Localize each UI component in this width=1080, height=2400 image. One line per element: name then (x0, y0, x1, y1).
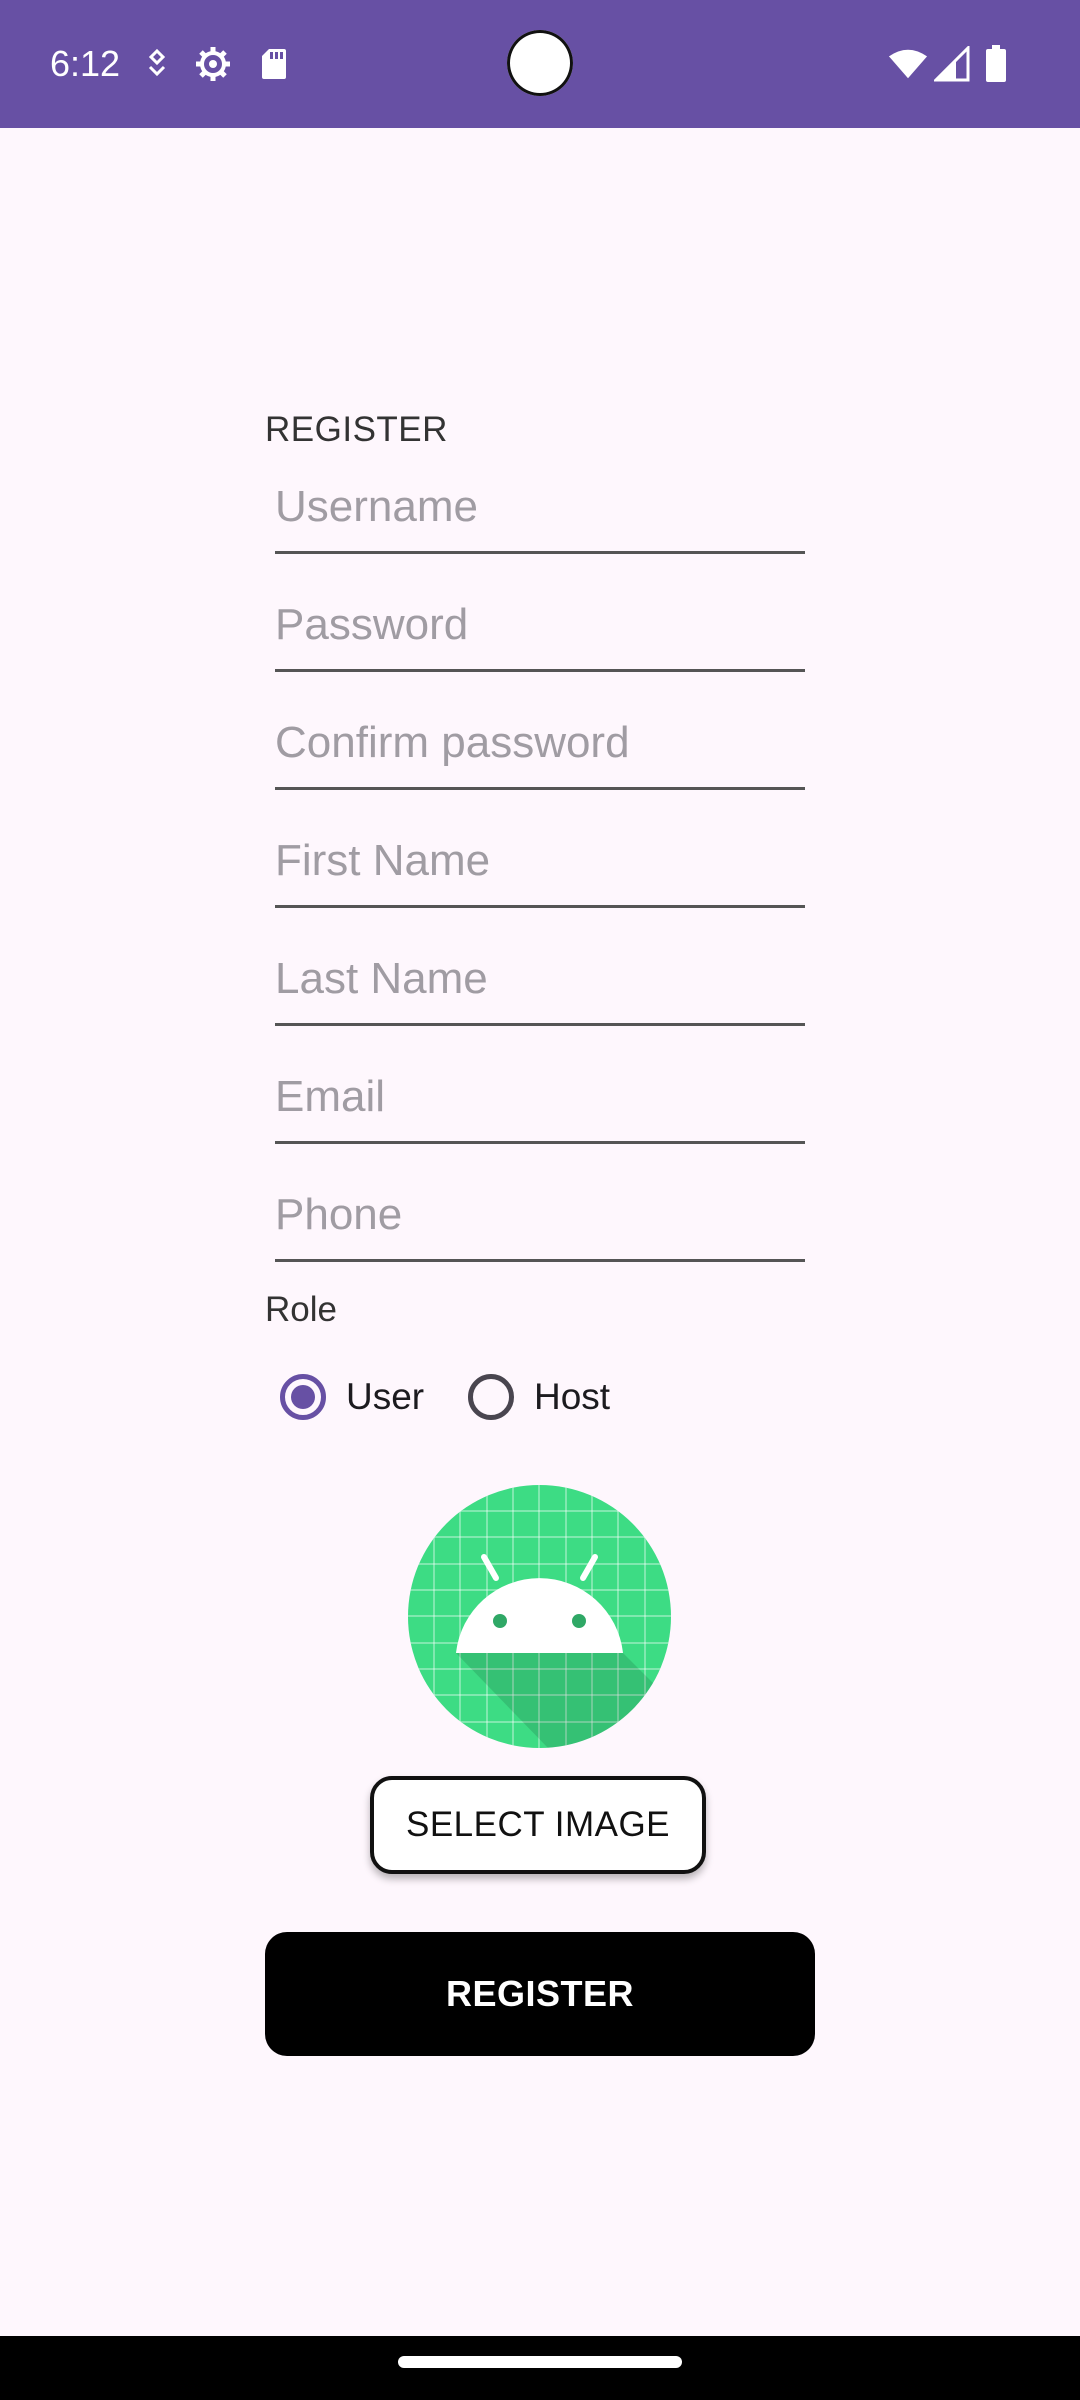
android-logo-icon (408, 1485, 671, 1748)
form-title: REGISTER (265, 410, 448, 449)
select-image-button[interactable]: SELECT IMAGE (370, 1776, 706, 1874)
navigation-bar (0, 2336, 1080, 2400)
confirm-password-input[interactable] (275, 698, 805, 790)
notification-icon (137, 44, 177, 84)
first-name-input[interactable] (275, 816, 805, 908)
password-field[interactable] (275, 580, 805, 672)
password-input[interactable] (275, 580, 805, 672)
status-time: 6:12 (50, 43, 121, 84)
role-label: Role (265, 1290, 337, 1329)
last-name-input[interactable] (275, 934, 805, 1026)
radio-unchecked-icon[interactable] (468, 1374, 514, 1420)
confirm-password-field[interactable] (275, 698, 805, 790)
status-bar: 6:12 (0, 0, 1080, 128)
username-input[interactable] (275, 462, 805, 554)
first-name-field[interactable] (275, 816, 805, 908)
role-radio-user[interactable]: User (280, 1365, 424, 1429)
avatar (408, 1485, 671, 1748)
role-option-label: Host (534, 1376, 611, 1417)
last-name-field[interactable] (275, 934, 805, 1026)
role-option-label: User (346, 1376, 425, 1417)
phone-field[interactable] (275, 1170, 805, 1262)
username-field[interactable] (275, 462, 805, 554)
settings-icon (193, 44, 233, 84)
sd-card-icon (254, 44, 294, 84)
role-radio-host[interactable]: Host (468, 1365, 610, 1429)
phone-input[interactable] (275, 1170, 805, 1262)
email-field[interactable] (275, 1052, 805, 1144)
wifi-icon (888, 44, 928, 84)
email-input[interactable] (275, 1052, 805, 1144)
battery-icon (976, 44, 1016, 84)
register-button[interactable]: REGISTER (265, 1932, 815, 2056)
signal-icon (932, 44, 972, 84)
radio-checked-icon[interactable] (280, 1374, 326, 1420)
home-handle[interactable] (398, 2356, 682, 2368)
camera-cutout (507, 30, 573, 96)
